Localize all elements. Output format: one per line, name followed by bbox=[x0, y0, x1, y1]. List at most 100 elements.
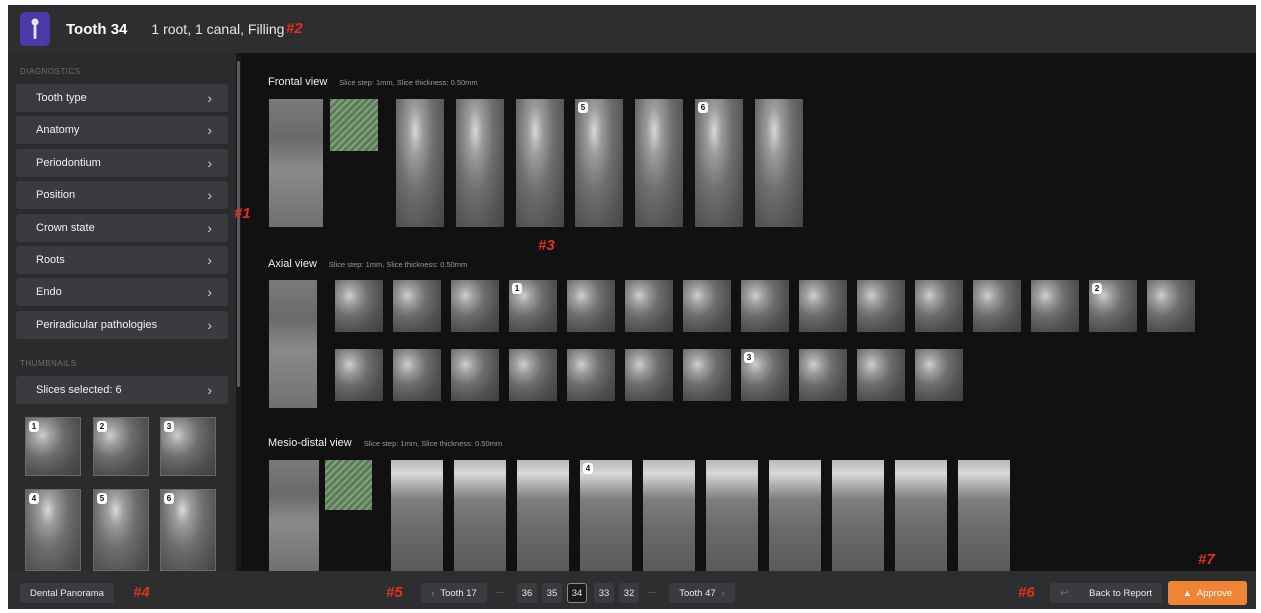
mesio-distal-slice[interactable] bbox=[454, 460, 506, 571]
menu-item-tooth-type[interactable]: Tooth type › bbox=[16, 84, 228, 112]
axial-slice[interactable] bbox=[799, 280, 847, 332]
pagination-ellipsis: ... bbox=[496, 585, 505, 596]
mesio-distal-slice[interactable] bbox=[706, 460, 758, 571]
axial-slice[interactable]: 2 bbox=[1089, 280, 1137, 332]
thumbnail[interactable]: 2 bbox=[93, 417, 149, 476]
thumbnails-label: THUMBNAILS bbox=[20, 358, 77, 368]
chevron-right-icon: › bbox=[207, 122, 212, 139]
frontal-slice[interactable] bbox=[516, 99, 564, 227]
thumbnail[interactable]: 6 bbox=[160, 489, 216, 571]
mesio-distal-slice[interactable] bbox=[958, 460, 1010, 571]
tooth-description: 1 root, 1 canal, Filling bbox=[151, 21, 285, 37]
app-window: Tooth 34 1 root, 1 canal, Filling #2 DIA… bbox=[8, 5, 1256, 609]
frontal-slice[interactable] bbox=[635, 99, 683, 227]
frontal-slice[interactable] bbox=[396, 99, 444, 227]
menu-item-position[interactable]: Position › bbox=[16, 181, 228, 210]
axial-slice[interactable] bbox=[1147, 280, 1195, 332]
axial-slice[interactable]: 3 bbox=[741, 349, 789, 401]
menu-item-periodontium[interactable]: Periodontium › bbox=[16, 148, 228, 177]
chevron-right-icon: › bbox=[207, 316, 212, 333]
frontal-view-title: Frontal view Slice step: 1mm, Slice thick… bbox=[268, 76, 478, 88]
thumbnail[interactable]: 3 bbox=[160, 417, 216, 476]
mesio-distal-slice[interactable] bbox=[643, 460, 695, 571]
thumbnail[interactable]: 5 bbox=[93, 489, 149, 571]
annotation-marker-7: #7 bbox=[1198, 551, 1215, 568]
frontal-slice[interactable] bbox=[456, 99, 504, 227]
undo-arrow-icon: ↩ bbox=[1060, 587, 1069, 599]
page-36[interactable]: 36 bbox=[517, 583, 537, 603]
page-32[interactable]: 32 bbox=[619, 583, 639, 603]
axial-slice[interactable] bbox=[683, 280, 731, 332]
menu-item-roots[interactable]: Roots › bbox=[16, 245, 228, 274]
axial-slice[interactable] bbox=[683, 349, 731, 401]
back-to-report-button[interactable]: ↩ Back to Report bbox=[1050, 583, 1162, 603]
axial-slice[interactable] bbox=[393, 280, 441, 332]
axial-slice[interactable] bbox=[509, 349, 557, 401]
mesio-distal-slice[interactable] bbox=[895, 460, 947, 571]
chevron-right-icon: › bbox=[207, 381, 212, 398]
mesio-distal-overview-image[interactable] bbox=[269, 460, 319, 571]
frontal-slice[interactable] bbox=[755, 99, 803, 227]
dental-panorama-button[interactable]: Dental Panorama bbox=[20, 583, 114, 603]
mesio-distal-slice[interactable] bbox=[769, 460, 821, 571]
menu-item-crown-state[interactable]: Crown state › bbox=[16, 213, 228, 242]
mesio-distal-slice[interactable] bbox=[832, 460, 884, 571]
mesio-distal-slice[interactable]: 4 bbox=[580, 460, 632, 571]
mesio-distal-locator-image[interactable] bbox=[325, 460, 372, 510]
footer-bar: Dental Panorama #4 #5 ‹ Tooth 17 ... 36 3… bbox=[8, 571, 1256, 609]
thumbnail[interactable]: 4 bbox=[25, 489, 81, 571]
axial-slice[interactable] bbox=[335, 280, 383, 332]
thumbs-up-icon: ▲ bbox=[1182, 588, 1192, 598]
page-title: Tooth 34 bbox=[66, 20, 128, 38]
page-34-current[interactable]: 34 bbox=[567, 583, 587, 603]
mesio-distal-slice[interactable] bbox=[517, 460, 569, 571]
chevron-right-icon: › bbox=[207, 219, 212, 236]
frontal-overview-image[interactable] bbox=[269, 99, 323, 227]
chevron-right-icon: › bbox=[207, 187, 212, 204]
axial-slice[interactable] bbox=[567, 349, 615, 401]
axial-slice[interactable] bbox=[973, 280, 1021, 332]
tooth-logo-icon bbox=[20, 12, 50, 46]
slice-viewer: Frontal view Slice step: 1mm, Slice thick… bbox=[248, 53, 1256, 571]
sidebar-scrollbar-thumb[interactable] bbox=[237, 61, 240, 387]
thumbnail[interactable]: 1 bbox=[25, 417, 81, 476]
header-bar: Tooth 34 1 root, 1 canal, Filling #2 bbox=[8, 5, 1256, 53]
approve-button[interactable]: ▲ Approve bbox=[1168, 581, 1247, 605]
axial-slice[interactable] bbox=[567, 280, 615, 332]
frontal-locator-image[interactable] bbox=[330, 99, 378, 151]
axial-slice[interactable] bbox=[393, 349, 441, 401]
menu-item-anatomy[interactable]: Anatomy › bbox=[16, 116, 228, 145]
page-35[interactable]: 35 bbox=[542, 583, 562, 603]
axial-slice[interactable] bbox=[857, 280, 905, 332]
frontal-slice-selected[interactable]: 5 bbox=[575, 99, 623, 227]
axial-slice[interactable] bbox=[1031, 280, 1079, 332]
annotation-marker-5: #5 bbox=[386, 584, 403, 601]
axial-slice[interactable] bbox=[451, 349, 499, 401]
axial-slice[interactable] bbox=[451, 280, 499, 332]
mesio-distal-view-title: Mesio-distal view Slice step: 1mm, Slice … bbox=[268, 437, 503, 449]
axial-slice[interactable] bbox=[335, 349, 383, 401]
mesio-distal-slice[interactable] bbox=[391, 460, 443, 571]
frontal-slice-selected[interactable]: 6 bbox=[695, 99, 743, 227]
menu-item-periradicular[interactable]: Periradicular pathologies › bbox=[16, 310, 228, 339]
chevron-right-icon: › bbox=[207, 90, 212, 106]
slices-selected-button[interactable]: Slices selected: 6 › bbox=[16, 375, 228, 404]
diagnostics-label: DIAGNOSTICS bbox=[20, 67, 81, 76]
chevron-right-icon: › bbox=[207, 251, 212, 268]
axial-slice[interactable] bbox=[625, 349, 673, 401]
axial-overview-image[interactable] bbox=[269, 280, 317, 408]
prev-tooth-button[interactable]: ‹ Tooth 17 bbox=[421, 583, 487, 603]
axial-slice[interactable] bbox=[741, 280, 789, 332]
annotation-marker-2: #2 bbox=[286, 20, 303, 37]
next-tooth-button[interactable]: Tooth 47 › bbox=[669, 583, 735, 603]
axial-slice[interactable]: 1 bbox=[509, 280, 557, 332]
menu-item-endo[interactable]: Endo › bbox=[16, 278, 228, 307]
axial-slice[interactable] bbox=[915, 280, 963, 332]
axial-slice[interactable] bbox=[625, 280, 673, 332]
annotation-marker-4: #4 bbox=[133, 584, 150, 601]
axial-slice[interactable] bbox=[799, 349, 847, 401]
chevron-right-icon: › bbox=[207, 154, 212, 171]
page-33[interactable]: 33 bbox=[594, 583, 614, 603]
axial-slice[interactable] bbox=[915, 349, 963, 401]
axial-slice[interactable] bbox=[857, 349, 905, 401]
